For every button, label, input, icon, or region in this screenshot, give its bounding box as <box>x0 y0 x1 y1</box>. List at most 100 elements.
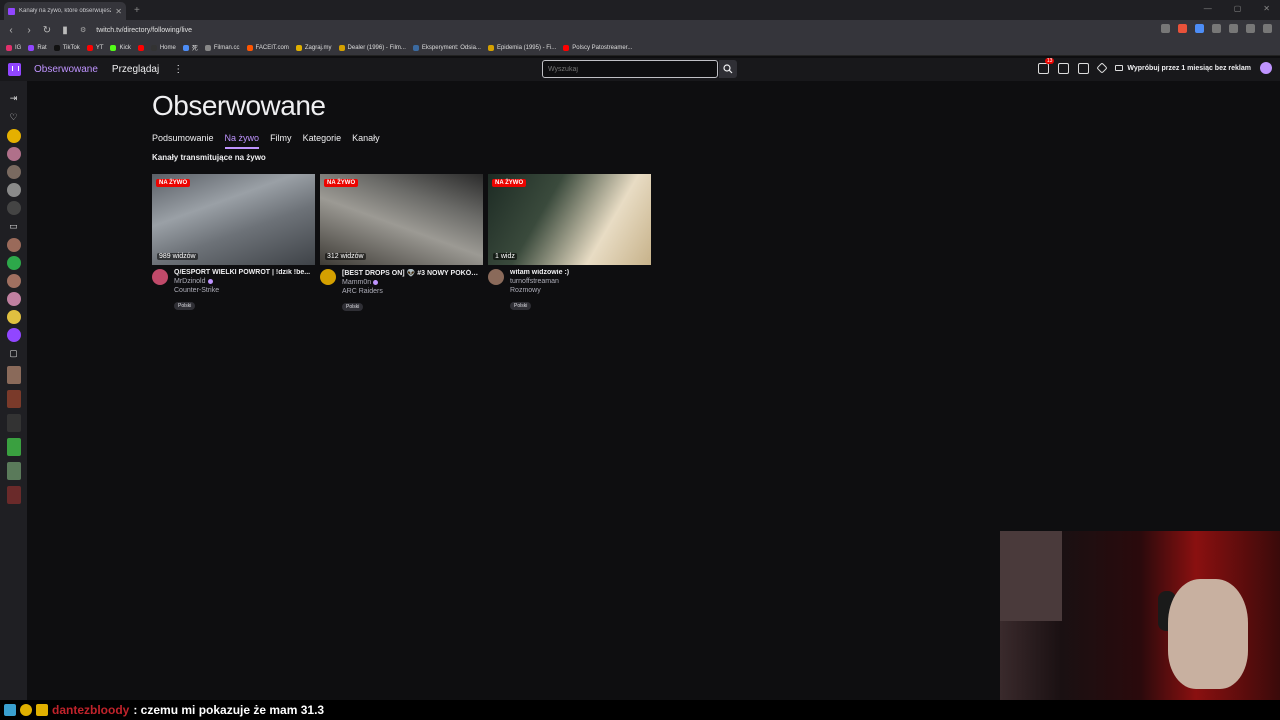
language-tag[interactable]: Polski <box>342 303 364 311</box>
url-field[interactable]: twitch.tv/directory/following/live <box>96 27 192 34</box>
channel-avatar[interactable] <box>6 366 21 384</box>
chat-message: : czemu mi pokazuje że mam 31.3 <box>133 703 325 717</box>
stream-thumbnail[interactable]: NA ŻYWO 312 widzów <box>320 174 483 265</box>
channel-name[interactable]: MrDzinold <box>174 278 206 285</box>
extensions-area <box>1161 24 1272 33</box>
tiktok-icon <box>53 44 60 51</box>
channel-avatar[interactable] <box>488 269 504 285</box>
language-tag[interactable]: Polski <box>510 302 532 310</box>
bookmark-item[interactable] <box>137 44 144 51</box>
notifications-icon[interactable]: 13 <box>1038 57 1055 74</box>
channel-avatar[interactable] <box>6 292 21 306</box>
stream-thumbnail[interactable]: NA ŻYWO 989 widzów <box>152 174 315 265</box>
channel-avatar[interactable] <box>6 201 21 215</box>
language-tag[interactable]: Polski <box>174 302 196 310</box>
channel-name[interactable]: turnoffstreaman <box>510 278 650 285</box>
search-button[interactable] <box>719 60 737 78</box>
following-tabs: Podsumowanie Na żywo Filmy Kategorie Kan… <box>152 133 380 149</box>
stream-card[interactable]: NA ŻYWO 312 widzów [BEST DROPS ON] 👽 #3 … <box>320 174 483 313</box>
bookmark-item[interactable]: Eksperyment: Odsia... <box>412 44 481 51</box>
channel-avatar[interactable] <box>6 438 21 456</box>
bookmark-item[interactable]: Rat <box>28 44 47 51</box>
twitch-topnav: Obserwowane Przeglądaj ⋮ 13 Wypróbuj prz… <box>0 57 1280 81</box>
channel-avatar[interactable] <box>6 328 21 342</box>
site-info-icon[interactable]: ⚙ <box>80 26 86 34</box>
bookmark-item[interactable]: 死 <box>182 43 198 52</box>
channel-avatar[interactable] <box>6 414 21 432</box>
channel-avatar[interactable] <box>6 147 21 161</box>
bits-icon[interactable] <box>1096 62 1109 74</box>
maximize-icon[interactable]: ▢ <box>1234 4 1242 13</box>
menu-icon[interactable] <box>1263 24 1272 33</box>
nav-browse[interactable]: Przeglądaj <box>112 64 159 75</box>
forward-icon[interactable]: › <box>22 25 36 36</box>
search-input[interactable] <box>542 60 718 78</box>
tab-live[interactable]: Na żywo <box>224 133 260 149</box>
puzzle-icon[interactable] <box>1212 24 1221 33</box>
stream-thumbnail[interactable]: NA ŻYWO 1 widz <box>488 174 651 265</box>
brave-shield-icon[interactable] <box>1178 24 1187 33</box>
stream-category[interactable]: Rozmowy <box>510 287 650 294</box>
channel-avatar[interactable] <box>6 486 21 504</box>
tab-videos[interactable]: Filmy <box>270 133 292 149</box>
channel-avatar[interactable] <box>6 129 21 143</box>
bookmark-item[interactable]: Epidemia (1995) - Fi... <box>487 44 556 51</box>
stream-title[interactable]: [BEST DROPS ON] 👽 #3 NOWY POKÓJ ... <box>342 269 482 277</box>
whispers-icon[interactable] <box>1058 62 1070 74</box>
tab-channels[interactable]: Kanały <box>352 133 380 149</box>
chat-overlay: dantezbloody : czemu mi pokazuje że mam … <box>0 700 1280 720</box>
bookmark-item[interactable]: YT <box>86 44 103 51</box>
sub-badge-icon <box>36 704 48 716</box>
browser-tab[interactable]: Kanały na żywo, które obserwujesz ✕ <box>4 2 126 20</box>
nav-following[interactable]: Obserwowane <box>34 64 98 75</box>
channel-avatar[interactable] <box>152 269 168 285</box>
bookmark-item[interactable]: Kick <box>110 44 131 51</box>
bookmark-item[interactable]: IG <box>6 44 21 51</box>
channel-avatar[interactable] <box>6 462 21 480</box>
channel-avatar[interactable] <box>6 165 21 179</box>
bookmark-item[interactable]: Home <box>150 44 176 51</box>
tab-overview[interactable]: Podsumowanie <box>152 133 214 149</box>
download-icon[interactable] <box>1229 24 1238 33</box>
bookmark-icon <box>338 44 345 51</box>
wallet-icon[interactable] <box>1246 24 1255 33</box>
bookmark-item[interactable]: FACEIT.com <box>246 44 289 51</box>
bookmark-item[interactable]: TikTok <box>53 44 80 51</box>
channel-avatar[interactable] <box>320 269 336 285</box>
channel-avatar[interactable] <box>6 310 21 324</box>
more-icon[interactable]: ⋮ <box>173 64 183 75</box>
share-icon[interactable] <box>1161 24 1170 33</box>
stream-category[interactable]: Counter-Strike <box>174 287 314 294</box>
stream-category[interactable]: ARC Raiders <box>342 288 482 295</box>
bookmark-icon <box>412 44 419 51</box>
twitch-logo-icon[interactable] <box>8 63 21 76</box>
channel-avatar[interactable] <box>6 274 21 288</box>
tab-categories[interactable]: Kategorie <box>303 133 342 149</box>
bookmark-item[interactable]: Polscy Patostreamer... <box>563 44 632 51</box>
expand-sidebar-icon[interactable]: ⇥ <box>10 89 18 108</box>
close-tab-icon[interactable]: ✕ <box>115 7 122 16</box>
stream-title[interactable]: witam widzowie :) <box>510 269 650 276</box>
new-tab-button[interactable]: + <box>134 5 140 16</box>
extension-icon[interactable] <box>1195 24 1204 33</box>
twitch-favicon-icon <box>8 7 15 15</box>
minimize-icon[interactable]: — <box>1204 4 1212 13</box>
channel-avatar[interactable] <box>6 238 21 252</box>
turbo-promo-button[interactable]: Wypróbuj przez 1 miesiąc bez reklam <box>1115 65 1251 72</box>
close-window-icon[interactable]: ✕ <box>1263 4 1270 13</box>
back-icon[interactable]: ‹ <box>4 25 18 36</box>
channel-avatar[interactable] <box>6 256 21 270</box>
reload-icon[interactable]: ↻ <box>40 25 54 36</box>
stream-card[interactable]: NA ŻYWO 989 widzów Q/ESPORT WIELKI POWRÓ… <box>152 174 315 313</box>
bookmark-item[interactable]: Filman.cc <box>204 44 240 51</box>
channel-avatar[interactable] <box>6 390 21 408</box>
bookmark-item[interactable]: Dealer (1996) - Film... <box>338 44 406 51</box>
user-avatar[interactable] <box>1260 62 1272 74</box>
stream-title[interactable]: Q/ESPORT WIELKI POWRÓT | !dzik !be... <box>174 269 314 276</box>
bookmark-icon[interactable]: ▮ <box>58 25 72 36</box>
channel-name[interactable]: Mamm0n <box>342 279 371 286</box>
bookmark-item[interactable]: Zagraj.my <box>295 44 332 51</box>
drops-icon[interactable] <box>1078 62 1090 74</box>
stream-card[interactable]: NA ŻYWO 1 widz witam widzowie :) turnoff… <box>488 174 651 313</box>
channel-avatar[interactable] <box>6 183 21 197</box>
